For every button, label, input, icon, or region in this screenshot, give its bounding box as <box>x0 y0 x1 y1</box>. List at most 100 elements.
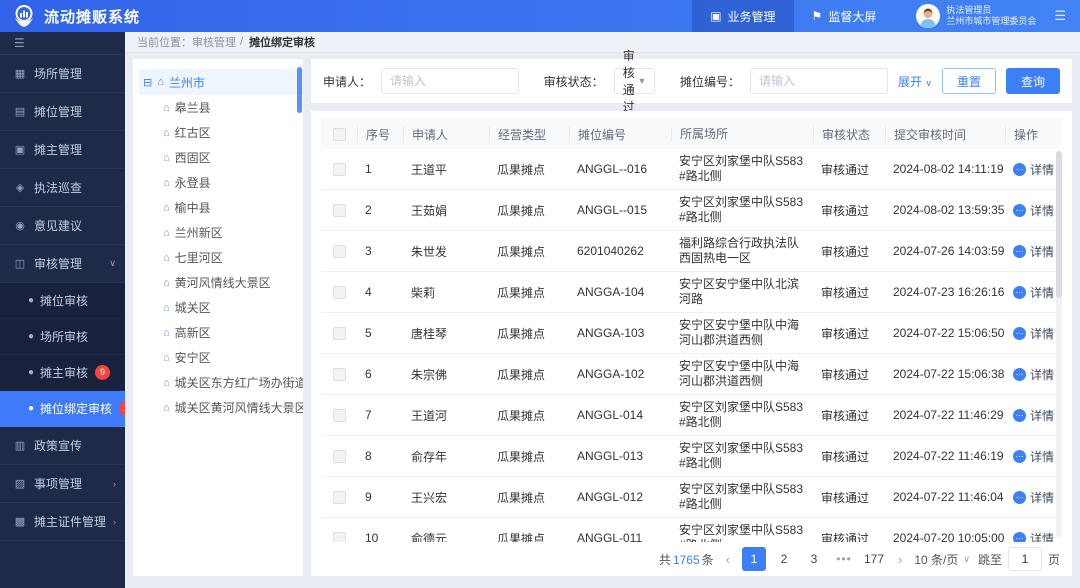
sidebar-subitem[interactable]: ●摊位绑定审核1 <box>0 391 125 427</box>
details-link[interactable]: ⋯详情 <box>1013 284 1062 301</box>
tree-node[interactable]: ⌂安宁区 <box>139 345 303 370</box>
tree-node-root[interactable]: ⊟ ⌂ 兰州市 <box>139 69 303 95</box>
page-number-3[interactable]: 3 <box>802 547 826 571</box>
sidebar-item-audit[interactable]: ◫审核管理∨ <box>0 245 125 283</box>
details-link[interactable]: ⋯详情 <box>1013 161 1062 178</box>
tree-node[interactable]: ⌂红古区 <box>139 120 303 145</box>
cell-stall-no: ANGGL-011 <box>569 531 671 542</box>
stall-no-input[interactable] <box>750 68 888 94</box>
sidebar-item-policy[interactable]: ▥政策宣传 <box>0 427 125 465</box>
top-nav: ▣ 业务管理 ⚑ 监督大屏 执法管理员 兰州市城市管理 <box>692 0 1070 32</box>
details-link[interactable]: ⋯详情 <box>1013 366 1062 383</box>
sidebar-item-feedback[interactable]: ◉意见建议 <box>0 207 125 245</box>
sidebar-item-stall[interactable]: ▤摊位管理 <box>0 93 125 131</box>
nav-tab-supervision-screen[interactable]: ⚑ 监督大屏 <box>794 0 895 32</box>
cell-stall-no: ANGGL-012 <box>569 490 671 504</box>
cell-business-type: 瓜果摊点 <box>489 407 569 424</box>
tree-node[interactable]: ⌂城关区东方红广场办街道 <box>139 370 303 395</box>
sidebar-item-label: 政策宣传 <box>34 437 82 454</box>
sidebar-item-matters[interactable]: ▨事项管理› <box>0 465 125 503</box>
table-scrollbar[interactable] <box>1056 151 1062 538</box>
app-window: 流动摊贩系统 ▣ 业务管理 ⚑ 监督大屏 <box>0 0 1080 588</box>
sidebar-item-building[interactable]: ▦场所管理 <box>0 55 125 93</box>
ellipsis-circle-icon: ⋯ <box>1013 491 1026 504</box>
jump-page-input[interactable] <box>1008 547 1042 571</box>
nav-tab-business[interactable]: ▣ 业务管理 <box>692 0 793 32</box>
details-link[interactable]: ⋯详情 <box>1013 325 1062 342</box>
tree-scrollbar[interactable] <box>297 67 302 113</box>
certificate-icon: ▩ <box>13 515 27 528</box>
tree-node[interactable]: ⌂七里河区 <box>139 245 303 270</box>
breadcrumb-section[interactable]: 审核管理 <box>192 34 236 50</box>
cell-status: 审核通过 <box>813 161 885 178</box>
home-icon: ⌂ <box>157 76 164 88</box>
page-number-1[interactable]: 1 <box>742 547 766 571</box>
sidebar-subitem-label: 摊位绑定审核 <box>40 400 112 417</box>
tree-node[interactable]: ⌂西固区 <box>139 145 303 170</box>
prev-page-icon[interactable]: ‹ <box>722 552 734 567</box>
ellipsis-circle-icon: ⋯ <box>1013 245 1026 258</box>
cell-actions: ⋯详情 <box>1005 407 1062 424</box>
row-checkbox[interactable] <box>333 409 346 422</box>
page-number-2[interactable]: 2 <box>772 547 796 571</box>
tree-node[interactable]: ⌂榆中县 <box>139 195 303 220</box>
ellipsis-circle-icon: ⋯ <box>1013 327 1026 340</box>
row-checkbox[interactable] <box>333 327 346 340</box>
tree-node[interactable]: ⌂黄河风情线大景区 <box>139 270 303 295</box>
tree-node[interactable]: ⌂城关区 <box>139 295 303 320</box>
sidebar-item-shield[interactable]: ◈执法巡查 <box>0 169 125 207</box>
sidebar-collapse-icon[interactable]: ☰ <box>0 32 125 55</box>
chevron-down-icon: ∨ <box>109 258 116 269</box>
sidebar-item-vendor[interactable]: ▣摊主管理 <box>0 131 125 169</box>
details-link[interactable]: ⋯详情 <box>1013 202 1062 219</box>
header-menu-icon[interactable]: ☰ <box>1050 8 1070 24</box>
details-link[interactable]: ⋯详情 <box>1013 407 1062 424</box>
collapse-minus-icon[interactable]: ⊟ <box>143 76 152 89</box>
tree-node[interactable]: ⌂永登县 <box>139 170 303 195</box>
sidebar-item-label: 摊主证件管理 <box>34 513 106 530</box>
details-link[interactable]: ⋯详情 <box>1013 489 1062 506</box>
next-page-icon[interactable]: › <box>894 552 906 567</box>
row-checkbox[interactable] <box>333 204 346 217</box>
cell-submit-time: 2024-08-02 14:11:19 <box>885 162 1005 176</box>
row-checkbox[interactable] <box>333 368 346 381</box>
header-checkbox-cell <box>321 128 357 141</box>
table-row: 6朱宗佛瓜果摊点ANGGA-102安宁区安宁堡中队中海河山郡洪道西侧审核通过20… <box>321 354 1062 395</box>
page-number-177[interactable]: 177 <box>862 547 886 571</box>
page-size-select[interactable]: 10 条/页 ∨ <box>914 551 970 568</box>
expand-filters-link[interactable]: 展开 ∨ <box>898 73 932 90</box>
details-link[interactable]: ⋯详情 <box>1013 448 1062 465</box>
sidebar-subitem[interactable]: ●摊主审核9 <box>0 355 125 391</box>
sidebar-item-certificate[interactable]: ▩摊主证件管理› <box>0 503 125 541</box>
row-checkbox[interactable] <box>333 286 346 299</box>
reset-button[interactable]: 重置 <box>942 68 996 94</box>
tree-node[interactable]: ⌂兰州新区 <box>139 220 303 245</box>
home-icon: ⌂ <box>163 327 170 339</box>
status-select-value: 审核通过 <box>623 47 638 115</box>
matters-icon: ▨ <box>13 477 27 490</box>
ellipsis-circle-icon: ⋯ <box>1013 532 1026 543</box>
tree-node[interactable]: ⌂高新区 <box>139 320 303 345</box>
row-checkbox[interactable] <box>333 491 346 504</box>
user-box[interactable]: 执法管理员 兰州市城市管理委员会 <box>916 4 1036 28</box>
user-org: 兰州市城市管理委员会 <box>946 16 1036 27</box>
query-button[interactable]: 查询 <box>1006 68 1060 94</box>
status-select[interactable]: 审核通过 ▼ <box>614 68 656 94</box>
select-all-checkbox[interactable] <box>333 128 346 141</box>
details-link[interactable]: ⋯详情 <box>1013 530 1062 543</box>
details-link[interactable]: ⋯详情 <box>1013 243 1062 260</box>
cell-index: 3 <box>357 244 403 258</box>
row-checkbox[interactable] <box>333 245 346 258</box>
home-icon: ⌂ <box>163 377 170 389</box>
row-checkbox[interactable] <box>333 532 346 543</box>
cell-venue: 安宁区安宁堡中队中海河山郡洪道西侧 <box>671 359 813 389</box>
row-checkbox[interactable] <box>333 163 346 176</box>
tree-node[interactable]: ⌂城关区黄河风情线大景区街道 <box>139 395 303 420</box>
sidebar-subitem[interactable]: ●场所审核 <box>0 319 125 355</box>
sidebar-subitem[interactable]: ●摊位审核 <box>0 283 125 319</box>
cell-actions: ⋯详情 <box>1005 489 1062 506</box>
row-checkbox[interactable] <box>333 450 346 463</box>
tree-node[interactable]: ⌂皋兰县 <box>139 95 303 120</box>
applicant-input[interactable] <box>381 68 519 94</box>
cell-actions: ⋯详情 <box>1005 161 1062 178</box>
